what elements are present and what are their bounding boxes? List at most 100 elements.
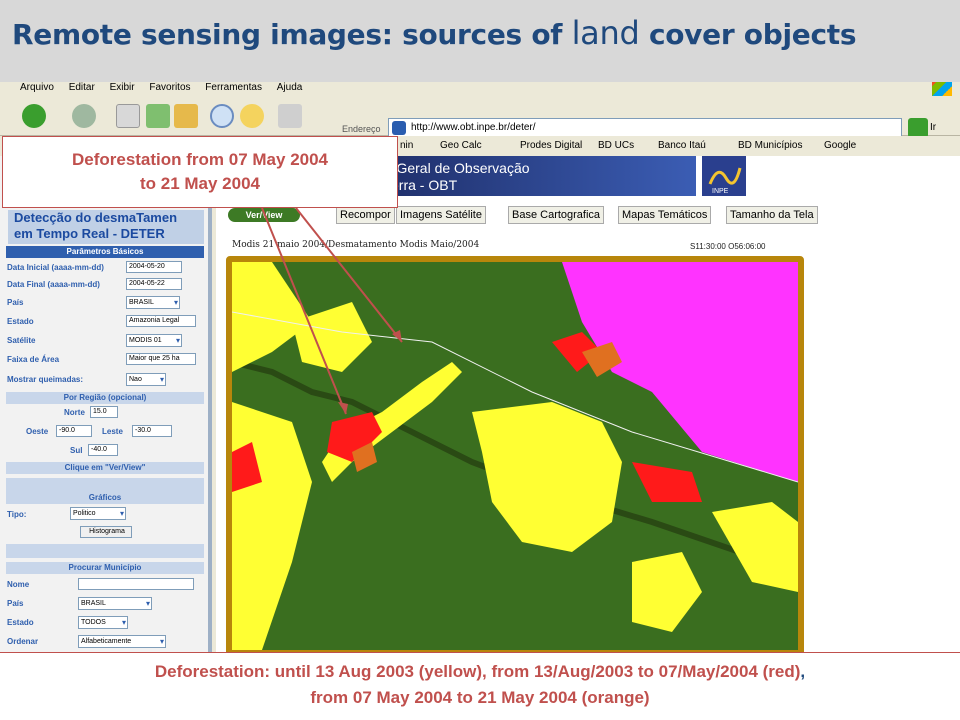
callout-bottom-line-2: from 07 May 2004 to 21 May 2004 (orange): [310, 688, 650, 707]
data-final-label: Data Final (aaaa-mm-dd): [7, 280, 100, 289]
oeste-input[interactable]: -90.0: [56, 425, 92, 437]
section-region: Por Região (opcional): [6, 392, 204, 404]
spacer-bar-2: [6, 544, 204, 558]
estado2-select[interactable]: TODOS: [78, 616, 128, 629]
faixa-input[interactable]: Maior que 25 ha: [126, 353, 196, 365]
link-bd-municipios[interactable]: BD Municípios: [738, 140, 802, 151]
tab-recompor[interactable]: Recompor: [336, 206, 395, 224]
link-prodes-digital[interactable]: Prodes Digital: [520, 140, 582, 151]
slide-title-part-3: cover objects: [639, 18, 857, 51]
deter-sidebar: Detecção do desmaTamen em Tempo Real - DE…: [0, 156, 212, 652]
refresh-icon[interactable]: [146, 104, 170, 128]
section-municipio: Procurar Município: [6, 562, 204, 574]
pais-label: País: [7, 298, 24, 307]
data-final-input[interactable]: 2004-05-22: [126, 278, 182, 290]
pais2-label: País: [7, 599, 24, 608]
tab-imagens-satelite[interactable]: Imagens Satélite: [396, 206, 486, 224]
address-input[interactable]: http://www.obt.inpe.br/deter/: [388, 118, 902, 138]
queimadas-label: Mostrar queimadas:: [7, 375, 84, 384]
slide-title-part-1: Remote sensing images: sources of: [12, 18, 572, 51]
stop-icon[interactable]: [116, 104, 140, 128]
leste-label: Leste: [102, 427, 123, 436]
back-icon[interactable]: [22, 104, 46, 128]
leste-input[interactable]: -30.0: [132, 425, 172, 437]
ie-page-icon: [392, 121, 406, 135]
menu-arquivo[interactable]: Arquivo: [20, 82, 54, 93]
menu-favoritos[interactable]: Favoritos: [149, 82, 190, 93]
menu-exibir[interactable]: Exibir: [110, 82, 135, 93]
search-icon[interactable]: [210, 104, 234, 128]
satelite-select[interactable]: MODIS 01: [126, 334, 182, 347]
nome-label: Nome: [7, 580, 30, 589]
app-title-line-1: Detecção do desmaTamen: [14, 210, 178, 225]
section-basic-params: Parâmetros Básicos: [6, 246, 204, 258]
ordenar-label: Ordenar: [7, 637, 39, 646]
link-bd-ucs[interactable]: BD UCs: [598, 140, 634, 151]
pais2-select[interactable]: BRASIL: [78, 597, 152, 610]
windows-logo-icon: [932, 82, 952, 96]
queimadas-select[interactable]: Nao: [126, 373, 166, 386]
tab-base-cartografica[interactable]: Base Cartografica: [508, 206, 605, 224]
estado-label: Estado: [7, 317, 34, 326]
map-caption: Modis 21 maio 2004/Desmatamento Modis Ma…: [232, 240, 480, 250]
deter-main: o-Geral de Observação Terra - OBT INPE Ve…: [216, 156, 960, 652]
tipo-label: Tipo:: [7, 510, 27, 519]
data-inicial-input[interactable]: 2004-05-20: [126, 261, 182, 273]
print-icon[interactable]: [278, 104, 302, 128]
link-geo-calc[interactable]: Geo Calc: [440, 140, 482, 151]
click-hint: Clique em "Ver/View": [6, 462, 204, 474]
section-graphs: Gráficos: [6, 492, 204, 504]
sul-label: Sul: [70, 446, 83, 455]
spacer-bar: [6, 478, 204, 492]
satelite-label: Satélite: [7, 336, 36, 345]
go-icon[interactable]: [908, 118, 928, 138]
app-title: Detecção do desmaTamen em Tempo Real - DE…: [8, 210, 204, 244]
menu-ajuda[interactable]: Ajuda: [277, 82, 303, 93]
data-inicial-label: Data Inicial (aaaa-mm-dd): [7, 263, 104, 272]
inpe-logo-icon: INPE: [708, 167, 742, 195]
tab-tamanho-tela[interactable]: Tamanho da Tela: [726, 206, 818, 224]
estado-input[interactable]: Amazonia Legal: [126, 315, 196, 327]
address-label: Endereço: [342, 124, 381, 134]
histogram-button[interactable]: Histograma: [80, 526, 132, 538]
sul-input[interactable]: -40.0: [88, 444, 118, 456]
link-google[interactable]: Google: [824, 140, 856, 151]
callout-bottom-comma: ,: [800, 662, 806, 681]
banner-line-1: o-Geral de Observação: [384, 160, 530, 176]
slide-title-part-2: land: [571, 14, 640, 52]
inpe-logo-text: INPE: [712, 188, 729, 195]
tipo-select[interactable]: Politico: [70, 507, 126, 520]
deforestation-map-image: [232, 262, 798, 650]
ver-view-button[interactable]: Ver/View: [228, 208, 300, 222]
oeste-label: Oeste: [26, 427, 49, 436]
norte-input[interactable]: 15.0: [90, 406, 118, 418]
home-icon[interactable]: [174, 104, 198, 128]
slide-title: Remote sensing images: sources of land c…: [12, 14, 857, 52]
callout-top-line-2: to 21 May 2004: [139, 174, 260, 193]
tab-mapas-tematicos[interactable]: Mapas Temáticos: [618, 206, 712, 224]
nome-input[interactable]: [78, 578, 194, 590]
inpe-logo: INPE: [702, 156, 746, 196]
pais-select[interactable]: BRASIL: [126, 296, 180, 309]
toolbar: Endereço http://www.obt.inpe.br/deter/ I…: [0, 96, 960, 138]
menu-bar: Arquivo Editar Exibir Favoritos Ferramen…: [0, 82, 960, 96]
callout-top: Deforestation from 07 May 2004 to 21 May …: [2, 136, 398, 208]
norte-label: Norte: [64, 408, 85, 417]
forward-icon[interactable]: [72, 104, 96, 128]
go-label[interactable]: Ir: [930, 122, 936, 133]
map-coordinates: S11:30:00 O56:06:00: [690, 242, 766, 251]
callout-bottom-line-1: Deforestation: until 13 Aug 2003 (yellow…: [154, 662, 801, 681]
callout-top-line-1: Deforestation from 07 May 2004: [71, 150, 329, 169]
menu-editar[interactable]: Editar: [69, 82, 95, 93]
estado2-label: Estado: [7, 618, 34, 627]
deforestation-map[interactable]: [226, 256, 804, 652]
callout-bottom: Deforestation: until 13 Aug 2003 (yellow…: [0, 652, 960, 720]
faixa-label: Faixa de Área: [7, 355, 60, 364]
obt-banner: o-Geral de Observação Terra - OBT: [366, 156, 696, 196]
ordenar-select[interactable]: Alfabeticamente: [78, 635, 166, 648]
link-nin[interactable]: nin: [400, 140, 413, 151]
link-banco-itau[interactable]: Banco Itaú: [658, 140, 706, 151]
banner-line-2: Terra - OBT: [384, 177, 458, 193]
menu-ferramentas[interactable]: Ferramentas: [205, 82, 262, 93]
favorites-icon[interactable]: [240, 104, 264, 128]
